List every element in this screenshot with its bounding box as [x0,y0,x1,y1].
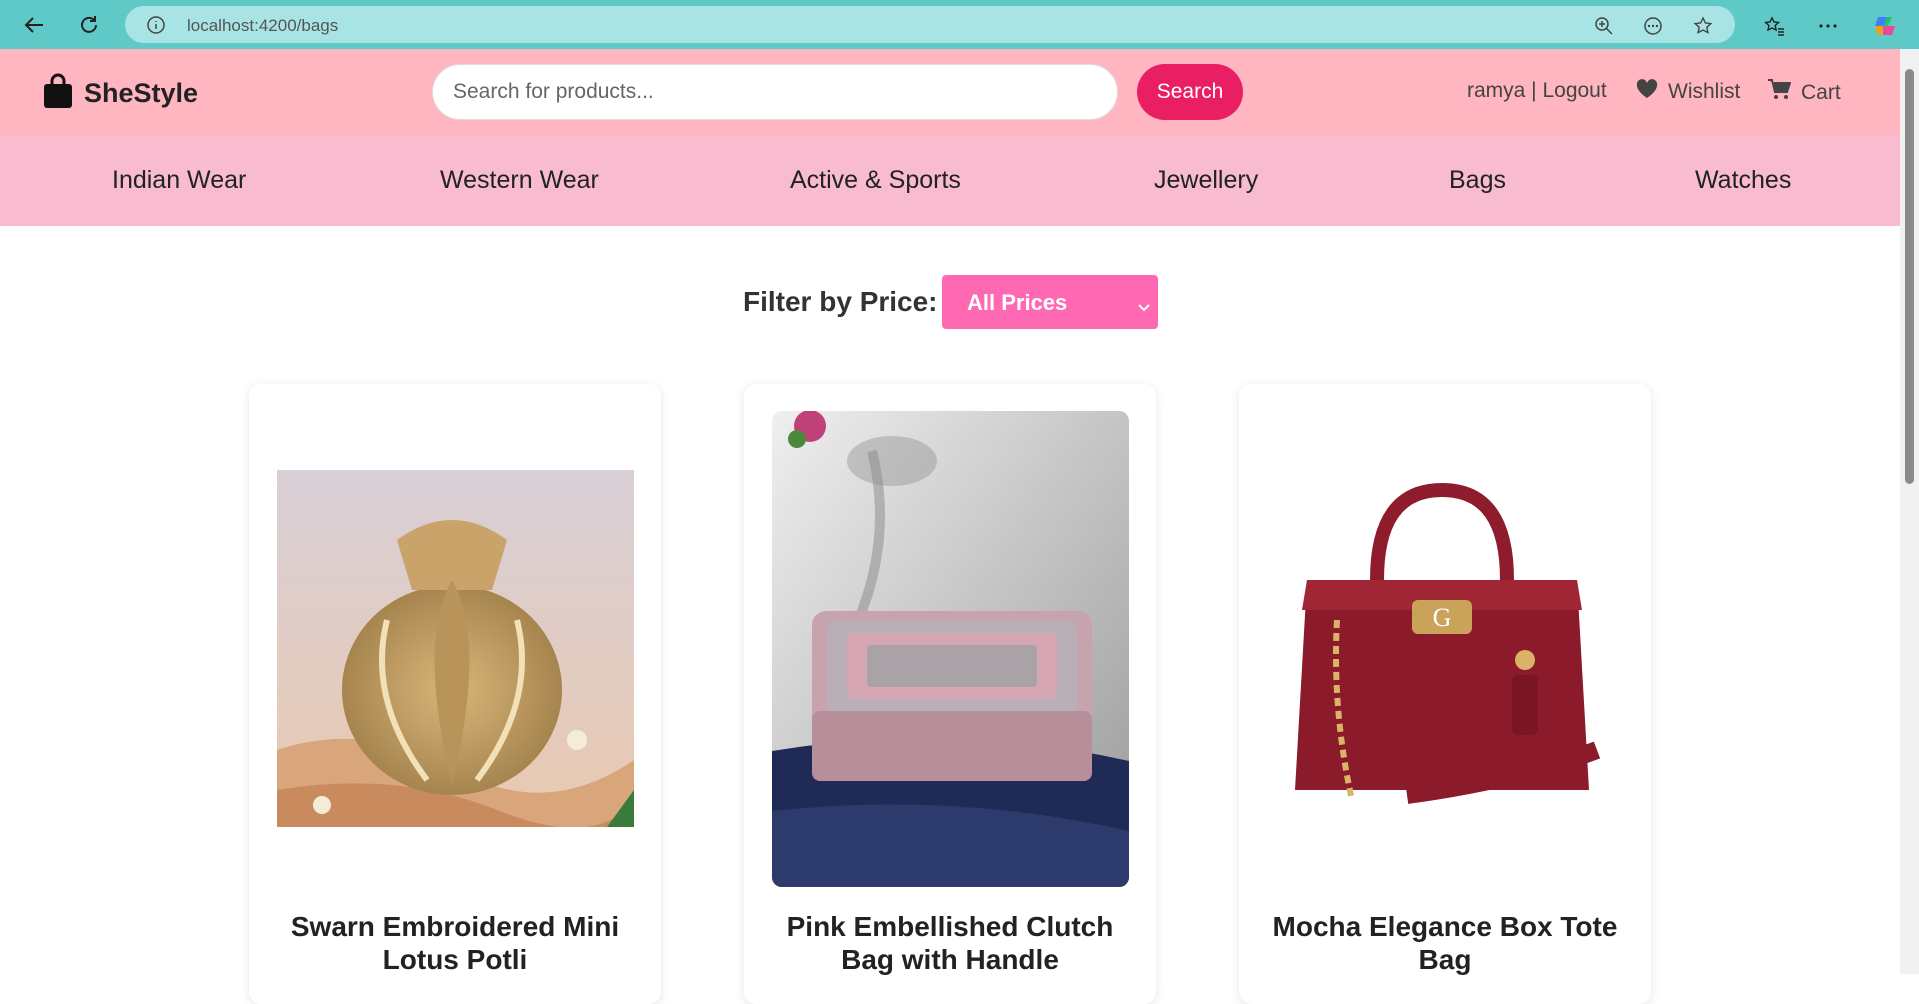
user-logout-link[interactable]: ramya | Logout [1467,79,1607,103]
heart-icon [1636,79,1658,105]
favorites-icon[interactable] [1761,13,1787,39]
cart-link[interactable]: Cart [1767,79,1841,107]
site-header: SheStyle Search ramya | Logout Wishlist … [0,49,1900,135]
url-path: :4200/bags [254,16,339,35]
svg-text:G: G [1433,603,1452,632]
price-filter-select[interactable]: All Prices [942,275,1158,329]
category-active-sports[interactable]: Active & Sports [790,166,961,195]
page-scrollbar[interactable] [1900,49,1919,974]
refresh-icon[interactable] [73,9,105,41]
shopping-bag-icon [42,73,74,114]
cart-label: Cart [1801,81,1841,104]
category-nav: Indian Wear Western Wear Active & Sports… [0,135,1900,226]
product-card[interactable]: Pink Embellished Clutch Bag with Handle [744,384,1156,1004]
product-image[interactable] [772,411,1129,887]
product-name[interactable]: Pink Embellished Clutch Bag with Handle [744,910,1156,976]
category-watches[interactable]: Watches [1695,166,1791,195]
product-name[interactable]: Swarn Embroidered Mini Lotus Potli [249,910,661,976]
copilot-icon[interactable] [1872,13,1898,39]
category-western-wear[interactable]: Western Wear [440,166,599,195]
product-image[interactable]: G [1267,450,1624,807]
filter-label: Filter by Price: [743,286,938,317]
more-tools-icon[interactable] [1642,15,1664,37]
scrollbar-thumb[interactable] [1905,69,1914,484]
search-input[interactable] [432,64,1118,120]
url-text: localhost:4200/bags [187,16,338,36]
product-name[interactable]: Mocha Elegance Box Tote Bag [1239,910,1651,976]
category-jewellery[interactable]: Jewellery [1154,166,1258,195]
search-button[interactable]: Search [1137,64,1243,120]
wishlist-link[interactable]: Wishlist [1636,79,1740,105]
back-icon[interactable] [18,9,50,41]
price-filter-value: All Prices [967,290,1068,315]
favorite-star-icon[interactable] [1692,15,1714,37]
wishlist-label: Wishlist [1668,80,1741,103]
product-card[interactable]: Swarn Embroidered Mini Lotus Potli [249,384,661,1004]
category-indian-wear[interactable]: Indian Wear [112,166,246,195]
browser-toolbar: localhost:4200/bags [0,0,1919,49]
category-bags[interactable]: Bags [1449,166,1506,195]
settings-more-icon[interactable] [1815,13,1841,39]
zoom-icon[interactable] [1593,15,1615,37]
brand-logo[interactable]: SheStyle [42,73,198,114]
chevron-down-icon [1138,293,1150,319]
info-icon[interactable] [147,16,165,39]
product-card[interactable]: G Mocha Elegance Box Tote Bag [1239,384,1651,1004]
brand-name: SheStyle [84,78,199,108]
cart-icon [1767,79,1792,107]
address-bar[interactable]: localhost:4200/bags [125,6,1735,43]
url-host: localhost [187,16,255,35]
product-image[interactable] [277,470,634,827]
